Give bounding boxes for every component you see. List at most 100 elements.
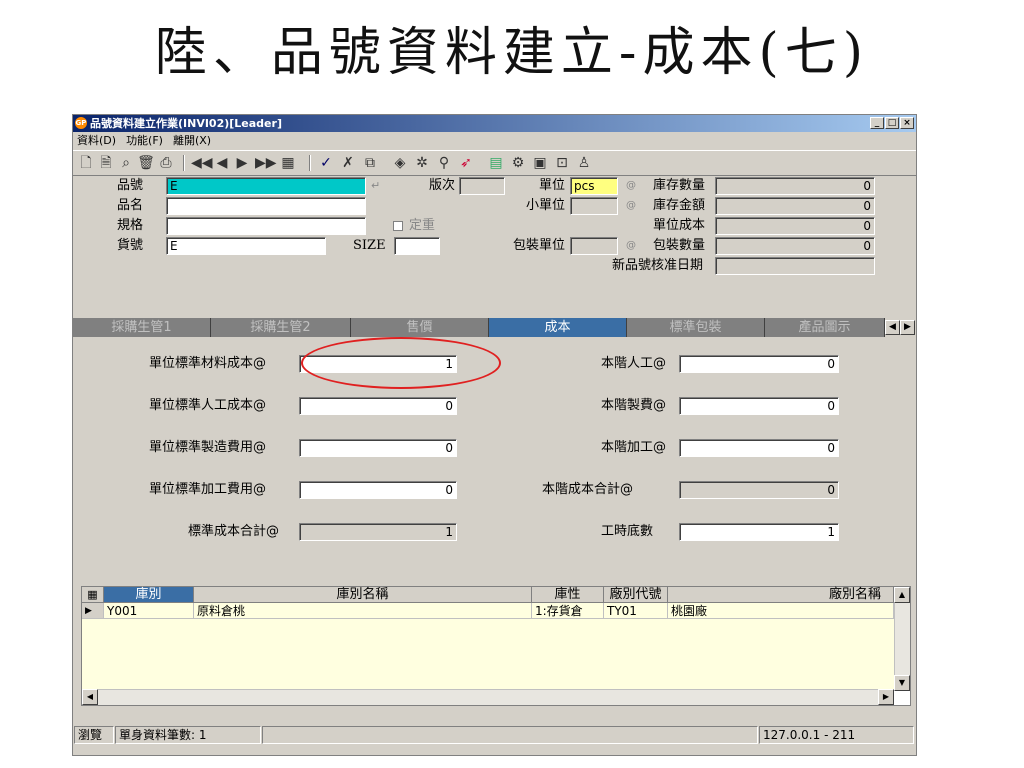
std-overhead-label: 單位標準製造費用@ bbox=[149, 440, 267, 455]
tab-product-image[interactable]: 產品圖示 bbox=[765, 318, 885, 337]
scroll-up-icon[interactable]: ▲ bbox=[894, 587, 910, 603]
tool6-icon[interactable]: ⚙ bbox=[509, 154, 527, 172]
item-name-field[interactable] bbox=[166, 197, 366, 215]
confirm-icon[interactable]: ✓ bbox=[317, 154, 335, 172]
stock-qty-field[interactable]: 0 bbox=[715, 177, 875, 195]
fixed-weight-checkbox[interactable] bbox=[393, 221, 403, 231]
next-icon[interactable]: ▶ bbox=[233, 154, 251, 172]
prev-icon[interactable]: ◀ bbox=[213, 154, 231, 172]
hours-base-label: 工時底數 bbox=[601, 524, 654, 539]
std-processing-label: 單位標準加工費用@ bbox=[149, 482, 267, 497]
maximize-icon[interactable]: □ bbox=[885, 117, 899, 129]
tool9-icon[interactable]: ♙ bbox=[575, 154, 593, 172]
scroll-left-icon[interactable]: ◀ bbox=[82, 689, 98, 705]
std-processing-field[interactable]: 0 bbox=[299, 481, 457, 499]
preview-icon[interactable]: 🗎 bbox=[97, 154, 115, 172]
menu-function[interactable]: 功能(F) bbox=[126, 134, 163, 147]
table-row-cell[interactable]: 原料倉桃 bbox=[194, 603, 532, 619]
grid-header-plant-name[interactable]: 廠別名稱 bbox=[668, 587, 894, 603]
grid-header-type[interactable]: 庫性 bbox=[532, 587, 604, 603]
row-indicator-icon[interactable]: ▶ bbox=[82, 603, 104, 619]
small-unit-label: 小單位 bbox=[526, 198, 566, 213]
tab-scroll-left-icon[interactable]: ◀ bbox=[885, 320, 900, 335]
std-material-label: 單位標準材料成本@ bbox=[149, 356, 267, 371]
std-total-label: 標準成本合計@ bbox=[188, 524, 280, 539]
tool2-icon[interactable]: ✲ bbox=[413, 154, 431, 172]
unit-cost-field[interactable]: 0 bbox=[715, 217, 875, 235]
level-processing-field[interactable]: 0 bbox=[679, 439, 839, 457]
tab-purchase-2[interactable]: 採購生管2 bbox=[211, 318, 351, 337]
menu-data[interactable]: 資料(D) bbox=[77, 134, 116, 147]
tool7-icon[interactable]: ▣ bbox=[531, 154, 549, 172]
find-icon[interactable]: ⌕ bbox=[117, 154, 135, 172]
grid-header-warehouse[interactable]: 庫別 bbox=[104, 587, 194, 603]
table-row-cell[interactable]: Y001 bbox=[104, 603, 194, 619]
close-icon[interactable]: × bbox=[900, 117, 914, 129]
std-total-field[interactable]: 1 bbox=[299, 523, 457, 541]
scroll-down-icon[interactable]: ▼ bbox=[894, 675, 910, 691]
level-overhead-label: 本階製費@ bbox=[601, 398, 667, 413]
spec-label: 規格 bbox=[117, 218, 144, 233]
grid-header-warehouse-name[interactable]: 庫別名稱 bbox=[194, 587, 532, 603]
toolbar-separator bbox=[183, 155, 185, 171]
highlight-circle bbox=[301, 337, 501, 389]
pack-unit-field[interactable] bbox=[570, 237, 618, 255]
last-icon[interactable]: ▶▶ bbox=[255, 154, 277, 172]
goods-no-label: 貨號 bbox=[117, 238, 144, 253]
tab-bar: 採購生管1 採購生管2 售價 成本 標準包裝 產品圖示 ◀ ▶ bbox=[73, 318, 916, 337]
stock-qty-label: 庫存數量 bbox=[653, 178, 706, 193]
horizontal-scrollbar[interactable]: ◀ ▶ bbox=[82, 689, 894, 705]
first-icon[interactable]: ◀◀ bbox=[191, 154, 213, 172]
window-title: 品號資料建立作業(INVI02)[Leader] bbox=[90, 117, 282, 130]
hours-base-field[interactable]: 1 bbox=[679, 523, 839, 541]
browse-icon[interactable]: ▦ bbox=[279, 154, 297, 172]
tool3-icon[interactable]: ⚲ bbox=[435, 154, 453, 172]
level-labor-label: 本階人工@ bbox=[601, 356, 667, 371]
tool4-icon[interactable]: ➶ bbox=[457, 154, 475, 172]
tab-purchase-1[interactable]: 採購生管1 bbox=[73, 318, 211, 337]
tool5-icon[interactable]: ▤ bbox=[487, 154, 505, 172]
tab-price[interactable]: 售價 bbox=[351, 318, 489, 337]
scroll-right-icon[interactable]: ▶ bbox=[878, 689, 894, 705]
grid-corner-icon[interactable]: ▦ bbox=[82, 587, 104, 603]
table-row-cell[interactable]: 桃園廠 bbox=[668, 603, 894, 619]
stock-amount-label: 庫存金額 bbox=[653, 198, 706, 213]
goods-no-field[interactable]: E bbox=[166, 237, 326, 255]
item-no-field[interactable]: E bbox=[166, 177, 366, 195]
copy-icon[interactable]: ⧉ bbox=[361, 154, 379, 172]
tab-standard-pack[interactable]: 標準包裝 bbox=[627, 318, 765, 337]
small-unit-field[interactable] bbox=[570, 197, 618, 215]
approve-date-field[interactable] bbox=[715, 257, 875, 275]
tool1-icon[interactable]: ◈ bbox=[391, 154, 409, 172]
tool8-icon[interactable]: ⊡ bbox=[553, 154, 571, 172]
table-row-cell[interactable]: TY01 bbox=[604, 603, 668, 619]
print-icon[interactable]: ⎙ bbox=[157, 154, 175, 172]
stock-amount-field[interactable]: 0 bbox=[715, 197, 875, 215]
spec-field[interactable] bbox=[166, 217, 366, 235]
header-panel: 品號 E ↵ 版次 單位 pcs @ 庫存數量 0 品名 小單位 @ 庫存金額 … bbox=[73, 176, 916, 312]
minimize-icon[interactable]: _ bbox=[870, 117, 884, 129]
cancel-icon[interactable]: ✗ bbox=[339, 154, 357, 172]
item-lookup-icon[interactable]: ↵ bbox=[371, 177, 380, 195]
vertical-scrollbar[interactable]: ▲ ▼ bbox=[894, 587, 910, 691]
version-label: 版次 bbox=[429, 178, 456, 193]
delete-icon[interactable]: 🗑 bbox=[137, 154, 155, 172]
unit-field[interactable]: pcs bbox=[570, 177, 618, 195]
version-field[interactable] bbox=[459, 177, 505, 195]
menu-exit[interactable]: 離開(X) bbox=[173, 134, 211, 147]
level-labor-field[interactable]: 0 bbox=[679, 355, 839, 373]
size-field[interactable] bbox=[394, 237, 440, 255]
table-row-cell[interactable]: 1:存貨倉 bbox=[532, 603, 604, 619]
new-icon[interactable]: 🗋 bbox=[77, 154, 95, 172]
tab-cost[interactable]: 成本 bbox=[489, 318, 627, 337]
toolbar-separator bbox=[309, 155, 311, 171]
std-labor-field[interactable]: 0 bbox=[299, 397, 457, 415]
pack-qty-field[interactable]: 0 bbox=[715, 237, 875, 255]
grid-header-plant-code[interactable]: 廠別代號 bbox=[604, 587, 668, 603]
level-total-field[interactable]: 0 bbox=[679, 481, 839, 499]
level-overhead-field[interactable]: 0 bbox=[679, 397, 839, 415]
slide-title: 陸、品號資料建立-成本(七) bbox=[154, 23, 870, 83]
std-overhead-field[interactable]: 0 bbox=[299, 439, 457, 457]
tab-scroll-right-icon[interactable]: ▶ bbox=[900, 320, 915, 335]
status-server: 127.0.0.1 - 211 bbox=[759, 726, 914, 744]
